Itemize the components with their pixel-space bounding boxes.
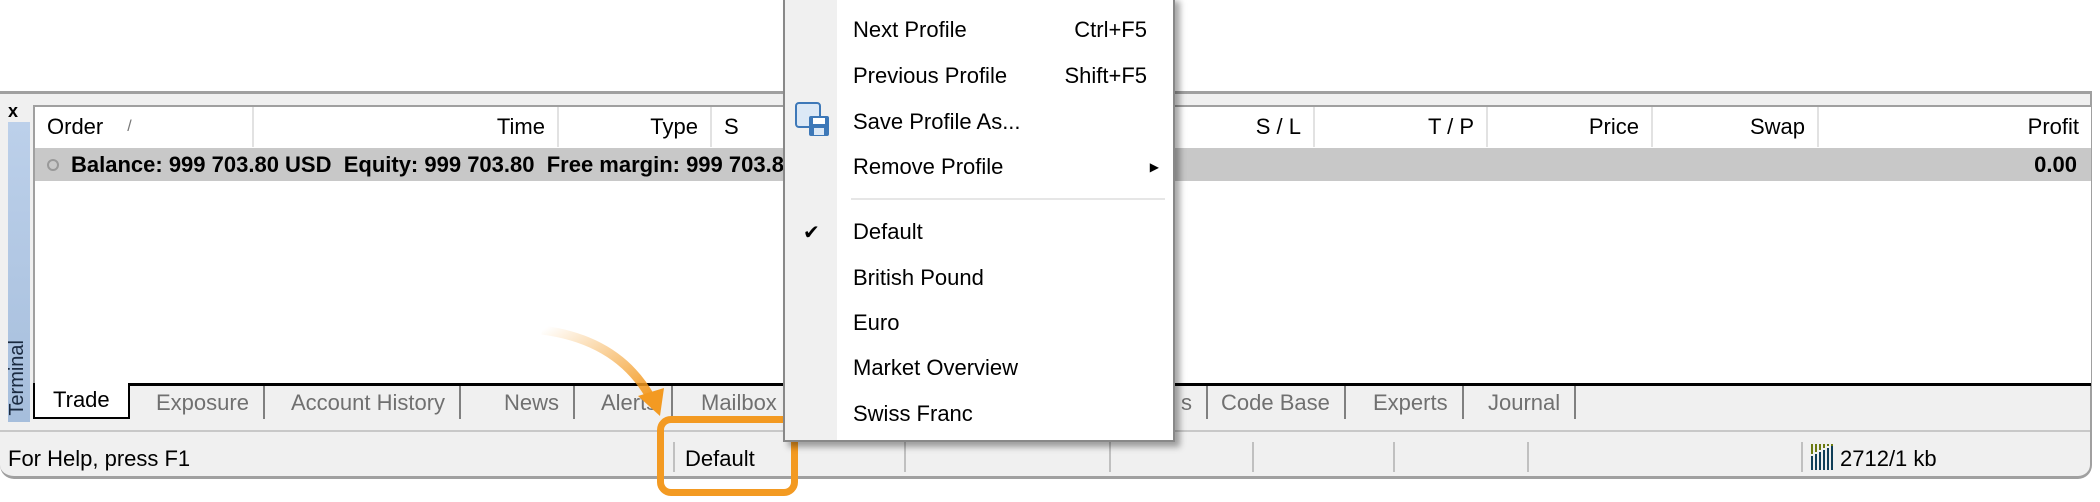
column-label: Time <box>496 114 545 139</box>
divider <box>1527 442 1529 472</box>
tab-articles[interactable]: s <box>1181 386 1208 419</box>
tab-label: Exposure <box>156 389 249 415</box>
tab-trade[interactable]: Trade <box>33 383 130 419</box>
column-label: S <box>724 114 739 139</box>
menu-label: British Pound <box>853 265 984 290</box>
menu-item-euro[interactable]: Euro <box>837 303 1173 343</box>
sort-icon: / <box>127 118 132 135</box>
tab-label: Experts <box>1373 389 1448 415</box>
menu-separator <box>851 198 1165 200</box>
menu-shortcut: Shift+F5 <box>1064 63 1147 88</box>
tab-experts[interactable]: Experts <box>1373 386 1464 419</box>
divider <box>1801 442 1803 472</box>
menu-item-default[interactable]: Default <box>837 212 1173 252</box>
menu-label: Previous Profile <box>853 63 1008 88</box>
status-circle-icon <box>47 158 59 171</box>
menu-item-previous-profile[interactable]: Previous Profile Shift+F5 <box>837 56 1173 96</box>
column-swap[interactable]: Swap <box>1653 107 1819 147</box>
menu-item-market-overview[interactable]: Market Overview <box>837 348 1173 388</box>
menu-shortcut: Ctrl+F5 <box>1074 17 1147 42</box>
tab-label: Journal <box>1488 389 1561 415</box>
menu-label: Save Profile As... <box>853 109 1021 134</box>
divider <box>1393 442 1395 472</box>
tab-label: Account History <box>291 389 446 415</box>
checkmark-icon: ✔ <box>803 222 820 244</box>
tab-label: s <box>1181 389 1192 415</box>
menu-item-save-profile-as[interactable]: Save Profile As... <box>837 102 1173 142</box>
save-profile-icon <box>795 102 829 136</box>
menu-label: Market Overview <box>853 355 1019 380</box>
divider <box>904 442 906 472</box>
tab-label: Code Base <box>1221 389 1330 415</box>
column-label: Price <box>1588 114 1639 139</box>
column-label: Profit <box>2027 114 2079 139</box>
menu-item-british-pound[interactable]: British Pound <box>837 258 1173 298</box>
column-label: T / P <box>1427 114 1474 139</box>
divider <box>1252 442 1254 472</box>
menu-label: Remove Profile <box>853 154 1004 179</box>
tab-exposure[interactable]: Exposure <box>156 386 265 419</box>
callout-arrow-icon <box>541 325 664 416</box>
tab-account-history[interactable]: Account History <box>291 386 462 419</box>
menu-label: Default <box>853 219 923 244</box>
column-tp[interactable]: T / P <box>1315 107 1488 147</box>
tab-journal[interactable]: Journal <box>1488 386 1577 419</box>
tab-label: Mailbox <box>701 389 777 415</box>
close-icon[interactable]: x <box>8 101 18 122</box>
column-profit[interactable]: Profit <box>1819 107 2093 147</box>
menu-item-next-profile[interactable]: Next Profile Ctrl+F5 <box>837 10 1173 50</box>
menu-item-remove-profile[interactable]: Remove Profile ▶ <box>837 147 1173 187</box>
column-label: Type <box>650 114 698 139</box>
traffic-text: 2712/1 kb <box>1840 446 1937 471</box>
column-type[interactable]: Type <box>559 107 712 147</box>
profiles-context-menu: Next Profile Ctrl+F5 Previous Profile Shif… <box>783 0 1175 442</box>
terminal-side-tab: Terminal <box>6 122 30 422</box>
terminal-label: Terminal <box>6 340 28 416</box>
menu-label: Swiss Franc <box>853 401 973 426</box>
column-price[interactable]: Price <box>1488 107 1653 147</box>
help-text: For Help, press F1 <box>8 446 191 471</box>
column-label: Swap <box>1749 114 1805 139</box>
submenu-arrow-icon: ▶ <box>1149 160 1159 174</box>
column-label: S / L <box>1255 114 1301 139</box>
menu-item-swiss-franc[interactable]: Swiss Franc <box>837 394 1173 434</box>
column-label: Order <box>47 114 104 139</box>
tab-mailbox[interactable]: Mailbox <box>701 386 777 419</box>
column-time[interactable]: Time <box>254 107 559 147</box>
menu-label: Next Profile <box>853 17 967 42</box>
profile-highlight <box>657 416 798 496</box>
balance-summary: Balance: 999 703.80 USD Equity: 999 703.… <box>71 151 797 177</box>
menu-label: Euro <box>853 310 900 335</box>
column-order[interactable]: Order / <box>35 107 254 147</box>
total-profit: 0.00 <box>2034 151 2077 177</box>
divider <box>1109 442 1111 472</box>
connection-traffic-icon <box>1811 444 1833 470</box>
tab-code-base[interactable]: Code Base <box>1221 386 1346 419</box>
tab-label: Trade <box>53 387 110 412</box>
